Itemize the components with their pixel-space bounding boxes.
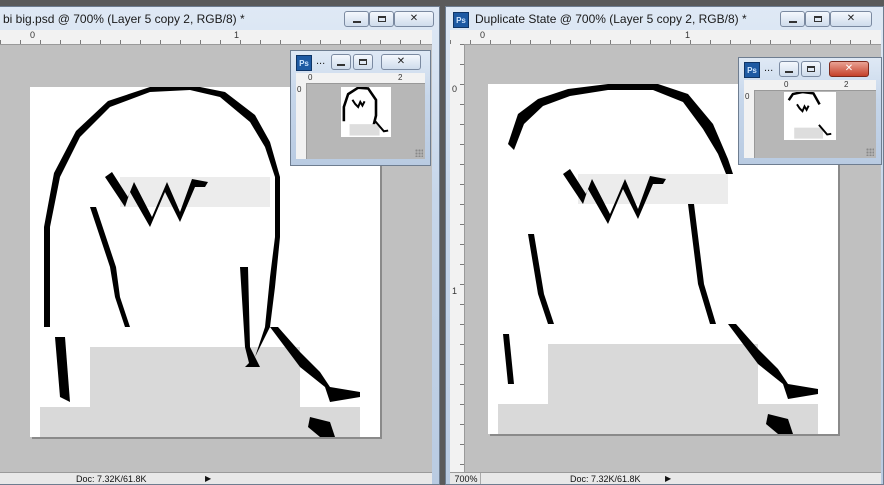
ruler-tick-label: 0 <box>297 85 302 94</box>
right-zoom-level[interactable]: 700% <box>452 473 481 484</box>
maximize-icon <box>354 55 372 69</box>
ruler-tick-label: 0 <box>480 30 486 40</box>
ruler-tick-label: 2 <box>398 73 403 82</box>
thumbnail-art <box>787 90 832 139</box>
resize-grip-icon[interactable] <box>415 149 423 157</box>
minimize-icon <box>345 12 368 26</box>
nav-minimize-button[interactable] <box>779 61 799 77</box>
right-window-titlebar[interactable]: Ps Duplicate State @ 700% (Layer 5 copy … <box>446 7 883 31</box>
right-window-title: Duplicate State @ 700% (Layer 5 copy 2, … <box>475 12 747 26</box>
photoshop-icon: Ps <box>744 62 760 78</box>
left-window-title: bi big.psd @ 700% (Layer 5 copy 2, RGB/8… <box>3 12 245 26</box>
right-horizontal-ruler[interactable]: 0 1 <box>450 30 881 45</box>
ruler-tick-label: 2 <box>844 80 849 89</box>
right-navigator-title: ... <box>764 62 774 74</box>
maximize-icon <box>806 12 829 26</box>
right-document-window[interactable]: Ps Duplicate State @ 700% (Layer 5 copy … <box>445 6 884 485</box>
right-status-bar: 700% Doc: 7.32K/61.8K ▶ <box>450 472 881 484</box>
right-vertical-ruler[interactable]: 0 1 <box>450 44 465 484</box>
maximize-icon <box>802 62 820 76</box>
close-icon: ✕ <box>846 13 856 24</box>
status-menu-arrow-icon[interactable]: ▶ <box>205 474 211 483</box>
right-minimize-button[interactable] <box>780 11 805 27</box>
nav-horizontal-ruler: 0 2 <box>296 73 425 84</box>
right-doc-size: Doc: 7.32K/61.8K <box>570 474 641 484</box>
close-icon: ✕ <box>844 63 854 74</box>
nav-maximize-button[interactable] <box>353 54 373 70</box>
status-menu-arrow-icon[interactable]: ▶ <box>665 474 671 483</box>
maximize-icon <box>370 12 393 26</box>
minimize-icon <box>780 62 798 76</box>
ruler-tick-label: 1 <box>685 30 691 40</box>
left-navigator-title: ... <box>316 55 326 67</box>
left-status-bar: Doc: 7.32K/61.8K ▶ <box>0 472 432 484</box>
ruler-tick-label: 0 <box>30 30 36 40</box>
left-horizontal-ruler[interactable]: 0 1 <box>0 30 432 45</box>
left-window-titlebar[interactable]: bi big.psd @ 700% (Layer 5 copy 2, RGB/8… <box>0 7 439 31</box>
right-navigator-content[interactable]: 0 2 0 <box>744 80 876 158</box>
nav-vertical-ruler: 0 <box>744 90 755 158</box>
left-maximize-button[interactable] <box>369 11 394 27</box>
nav-minimize-button[interactable] <box>331 54 351 70</box>
resize-grip-icon[interactable] <box>866 148 874 156</box>
nav-close-button[interactable]: ✕ <box>381 54 421 70</box>
ruler-tick-label: 1 <box>234 30 240 40</box>
photoshop-icon: Ps <box>453 12 469 28</box>
ruler-tick-label: 0 <box>745 92 750 101</box>
left-doc-size: Doc: 7.32K/61.8K <box>76 474 147 484</box>
left-minimize-button[interactable] <box>344 11 369 27</box>
close-icon: ✕ <box>396 56 406 67</box>
nav-close-button[interactable]: ✕ <box>829 61 869 77</box>
close-icon: ✕ <box>409 13 419 24</box>
thumbnail-art <box>342 86 389 136</box>
left-document-window[interactable]: bi big.psd @ 700% (Layer 5 copy 2, RGB/8… <box>0 6 440 485</box>
left-navigator-thumbnail[interactable] <box>341 86 391 137</box>
right-maximize-button[interactable] <box>805 11 830 27</box>
right-navigator-thumbnail[interactable] <box>784 90 836 140</box>
left-navigator-content[interactable]: 0 2 0 <box>296 73 425 159</box>
photoshop-icon: Ps <box>296 55 312 71</box>
minimize-icon <box>781 12 804 26</box>
left-close-button[interactable]: ✕ <box>394 11 434 27</box>
ruler-tick-label: 0 <box>308 73 313 82</box>
ruler-tick-label: 0 <box>452 84 458 94</box>
right-navigator-panel[interactable]: Ps ... ✕ 0 2 0 <box>738 57 882 165</box>
ruler-tick-label: 0 <box>784 80 789 89</box>
ruler-tick-label: 1 <box>452 286 458 296</box>
left-navigator-panel[interactable]: Ps ... ✕ 0 2 0 <box>290 50 431 166</box>
right-close-button[interactable]: ✕ <box>830 11 872 27</box>
nav-horizontal-ruler: 0 2 <box>744 80 876 91</box>
nav-vertical-ruler: 0 <box>296 83 307 159</box>
minimize-icon <box>332 55 350 69</box>
nav-maximize-button[interactable] <box>801 61 821 77</box>
